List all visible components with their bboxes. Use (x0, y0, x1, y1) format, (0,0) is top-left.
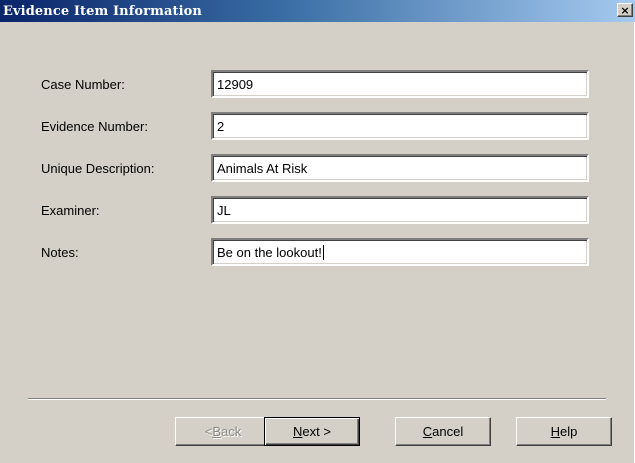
back-button-mnemonic: B (212, 424, 222, 439)
evidence-number-label: Evidence Number: (41, 119, 148, 134)
unique-description-label: Unique Description: (41, 161, 155, 176)
window-title: Evidence Item Information (3, 3, 202, 19)
notes-label: Notes: (41, 245, 79, 260)
next-button-rest: ext > (302, 424, 331, 439)
evidence-number-field[interactable]: 2 (211, 112, 589, 140)
help-button-mnemonic: H (550, 424, 561, 439)
cancel-button-mnemonic: C (422, 424, 433, 439)
unique-description-value: Animals At Risk (217, 161, 308, 176)
cancel-button-rest: ancel (432, 424, 464, 439)
case-number-value: 12909 (217, 77, 254, 92)
cancel-button[interactable]: Cancel (395, 417, 491, 446)
next-button[interactable]: Next > (264, 417, 360, 446)
unique-description-field[interactable]: Animals At Risk (211, 154, 589, 182)
examiner-label: Examiner: (41, 203, 100, 218)
title-bar[interactable]: Evidence Item Information × (0, 0, 635, 22)
evidence-number-value: 2 (217, 119, 225, 134)
back-button[interactable]: < Back (175, 417, 271, 446)
button-divider (28, 398, 606, 400)
close-button[interactable]: × (617, 3, 633, 17)
back-button-prefix: < (204, 424, 213, 439)
back-button-rest: ack (221, 424, 242, 439)
case-number-label: Case Number: (41, 77, 125, 92)
help-button-rest: elp (560, 424, 578, 439)
evidence-item-dialog: Evidence Item Information × Case Number:… (0, 0, 635, 463)
notes-value: Be on the lookout! (217, 245, 322, 260)
next-button-mnemonic: N (293, 424, 303, 439)
close-icon: × (620, 3, 630, 17)
notes-field[interactable]: Be on the lookout! (211, 238, 589, 266)
examiner-value: JL (217, 203, 231, 218)
text-caret (322, 245, 324, 260)
help-button[interactable]: Help (516, 417, 612, 446)
examiner-field[interactable]: JL (211, 196, 589, 224)
case-number-field[interactable]: 12909 (211, 70, 589, 98)
